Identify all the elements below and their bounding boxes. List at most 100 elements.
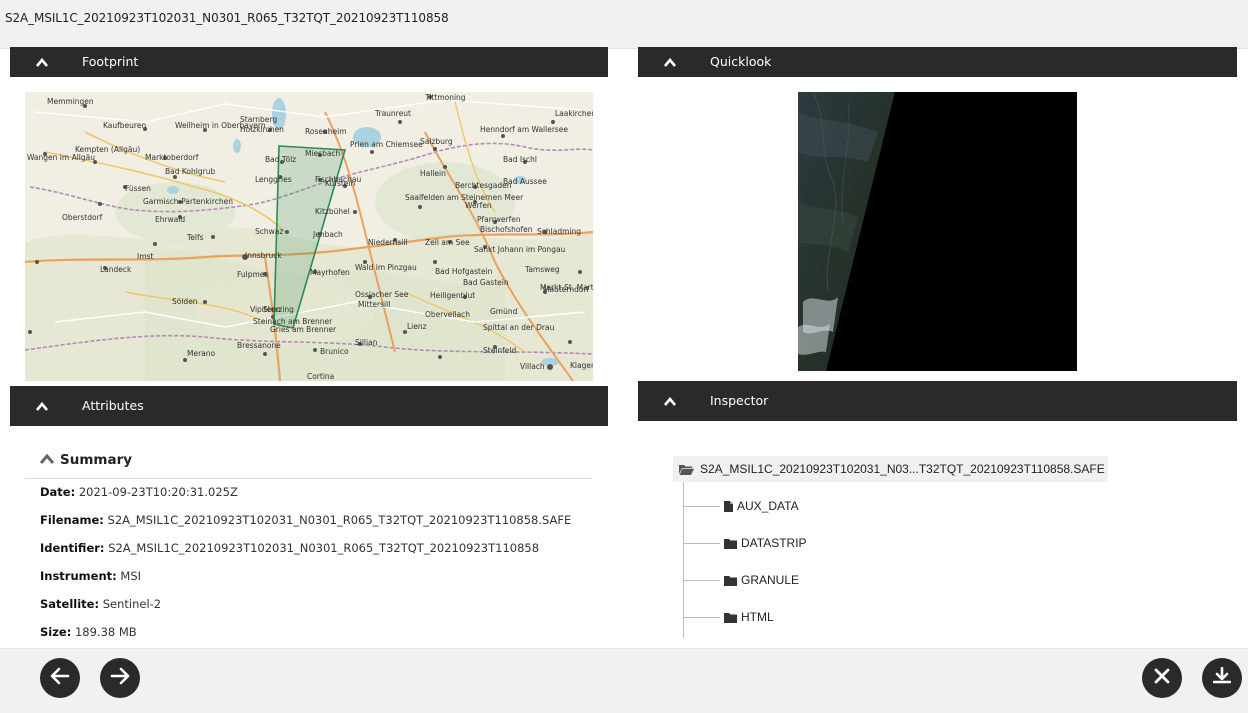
attr-value: 2021-09-23T10:20:31.025Z bbox=[78, 485, 238, 499]
tree-item-label: DATASTRIP bbox=[741, 536, 807, 550]
footprint-map[interactable]: Memmingen Kaufbeuren Weilheim in Oberbayer… bbox=[25, 92, 593, 381]
folder-icon bbox=[724, 612, 737, 623]
map-place-label: Steinfeld bbox=[483, 346, 516, 355]
tree-item-label: HTML bbox=[741, 610, 774, 624]
attr-instrument: Instrument: MSI bbox=[40, 569, 141, 583]
map-place-label: Kitzbühel bbox=[315, 207, 350, 216]
footprint-panel-header[interactable]: Footprint bbox=[10, 47, 608, 77]
chevron-up-icon bbox=[39, 452, 55, 468]
tree-item-label: GRANULE bbox=[741, 573, 800, 587]
map-place-label: Prien am Chiemsee bbox=[350, 140, 423, 149]
map-place-label: Fulpmes bbox=[237, 270, 268, 279]
map-place-label: Obervellach bbox=[425, 310, 470, 319]
map-place-label: Schladming bbox=[537, 227, 581, 236]
attr-identifier: Identifier: S2A_MSIL1C_20210923T102031_N… bbox=[40, 541, 539, 555]
map-place-label: Gries am Brenner bbox=[270, 325, 337, 334]
download-button[interactable] bbox=[1202, 658, 1242, 698]
map-place-label: Marktoberdorf bbox=[145, 153, 199, 162]
map-place-label: Sankt Johann im Pongau bbox=[474, 245, 566, 254]
top-bar: S2A_MSIL1C_20210923T102031_N0301_R065_T3… bbox=[0, 0, 1248, 49]
attr-value: 189.38 MB bbox=[74, 625, 137, 639]
tree-item-granule[interactable]: GRANULE bbox=[684, 570, 799, 590]
map-place-label: Tamsweg bbox=[524, 265, 560, 274]
map-place-label: Wald im Pinzgau bbox=[355, 263, 417, 272]
tree-connector bbox=[684, 579, 720, 581]
map-place-label: Ehrwald bbox=[155, 215, 185, 224]
attr-date: Date: 2021-09-23T10:20:31.025Z bbox=[40, 485, 238, 499]
quicklook-panel-header[interactable]: Quicklook bbox=[638, 47, 1237, 77]
map-place-label: Bad Hofgastein bbox=[435, 267, 493, 276]
map-place-label: Kufstein bbox=[325, 179, 355, 188]
map-place-label: Lenggries bbox=[255, 175, 292, 184]
next-button[interactable] bbox=[100, 658, 140, 698]
attr-label: Filename: bbox=[40, 513, 104, 527]
folder-icon bbox=[724, 538, 737, 549]
download-icon bbox=[1212, 666, 1232, 689]
map-place-label: Bressanone bbox=[237, 341, 281, 350]
chevron-up-icon[interactable] bbox=[34, 47, 50, 77]
map-place-label: Sillian bbox=[355, 338, 378, 347]
chevron-up-icon[interactable] bbox=[662, 47, 678, 77]
map-place-label: Gmünd bbox=[490, 307, 518, 316]
map-place-label: Brunico bbox=[320, 347, 349, 356]
file-icon bbox=[724, 500, 733, 512]
map-place-label: Füssen bbox=[125, 184, 151, 193]
map-place-label: Niedernsill bbox=[368, 238, 408, 247]
map-place-label: Telfs bbox=[186, 233, 204, 242]
attr-label: Size: bbox=[40, 625, 72, 639]
map-place-label: Mayrhofen bbox=[310, 268, 350, 277]
map-place-label: Sölden bbox=[172, 297, 198, 306]
quicklook-panel-title: Quicklook bbox=[710, 54, 772, 69]
inspector-panel-title: Inspector bbox=[710, 393, 769, 408]
summary-toggle[interactable]: Summary bbox=[39, 452, 133, 468]
map-place-label: Landeck bbox=[100, 265, 132, 274]
map-place-label: Schwaz bbox=[255, 227, 283, 236]
tree-item-html[interactable]: HTML bbox=[684, 607, 774, 627]
previous-button[interactable] bbox=[40, 658, 80, 698]
map-place-label: Mittersill bbox=[358, 300, 390, 309]
map-place-label: Merano bbox=[187, 349, 216, 358]
tree-item-aux-data[interactable]: AUX_DATA bbox=[684, 496, 799, 516]
footprint-panel-title: Footprint bbox=[82, 54, 139, 69]
map-place-label: Ossiacher See bbox=[355, 290, 409, 299]
tree-root-label: S2A_MSIL1C_20210923T102031_N03...T32TQT_… bbox=[700, 462, 1105, 476]
map-place-label: Kempten (Allgäu) bbox=[75, 145, 140, 154]
map-place-label: Salzburg bbox=[420, 137, 453, 146]
map-place-label: Zell am See bbox=[425, 238, 470, 247]
chevron-up-icon[interactable] bbox=[34, 386, 50, 426]
map-place-label: Rosenheim bbox=[305, 127, 347, 136]
attr-value: S2A_MSIL1C_20210923T102031_N0301_R065_T3… bbox=[107, 513, 572, 527]
attr-label: Instrument: bbox=[40, 569, 117, 583]
summary-title: Summary bbox=[60, 452, 133, 468]
map-place-label: Bad Ischl bbox=[503, 155, 537, 164]
tree-connector bbox=[684, 505, 720, 507]
tree-item-datastrip[interactable]: DATASTRIP bbox=[684, 533, 807, 553]
map-canvas: MemmingenKaufbeuren Weilheim in Oberbayer… bbox=[25, 92, 593, 381]
map-place-label: Henndorf am Wallersee bbox=[480, 125, 568, 134]
map-place-label: Hallein bbox=[420, 169, 446, 178]
bottom-toolbar bbox=[0, 648, 1248, 713]
attributes-panel-title: Attributes bbox=[82, 398, 144, 413]
inspector-panel-header[interactable]: Inspector bbox=[638, 381, 1237, 421]
chevron-up-icon[interactable] bbox=[662, 381, 678, 421]
quicklook-image bbox=[798, 92, 1077, 371]
map-place-label: Wangen im Allgäu bbox=[27, 153, 95, 162]
attr-label: Satellite: bbox=[40, 597, 100, 611]
map-place-label: Lienz bbox=[407, 322, 427, 331]
tree-root-node[interactable]: S2A_MSIL1C_20210923T102031_N03...T32TQT_… bbox=[673, 456, 1108, 482]
tree-item-label: AUX_DATA bbox=[737, 499, 799, 513]
map-place-label: Laakirchen bbox=[555, 109, 593, 118]
close-button[interactable] bbox=[1142, 658, 1182, 698]
map-place-label: Bischofshofen bbox=[480, 225, 533, 234]
map-place-label: Heiligenblut bbox=[430, 291, 475, 300]
map-place-label: Tittmoning bbox=[424, 93, 466, 102]
arrow-left-icon bbox=[50, 667, 70, 689]
map-place-label: Werfen bbox=[465, 201, 492, 210]
attr-value: MSI bbox=[120, 569, 142, 583]
folder-open-icon bbox=[679, 464, 694, 475]
attributes-panel-header[interactable]: Attributes bbox=[10, 386, 608, 426]
map-place-label: Miesbach bbox=[305, 149, 341, 158]
attr-label: Date: bbox=[40, 485, 76, 499]
folder-icon bbox=[724, 575, 737, 586]
attr-satellite: Satellite: Sentinel-2 bbox=[40, 597, 161, 611]
